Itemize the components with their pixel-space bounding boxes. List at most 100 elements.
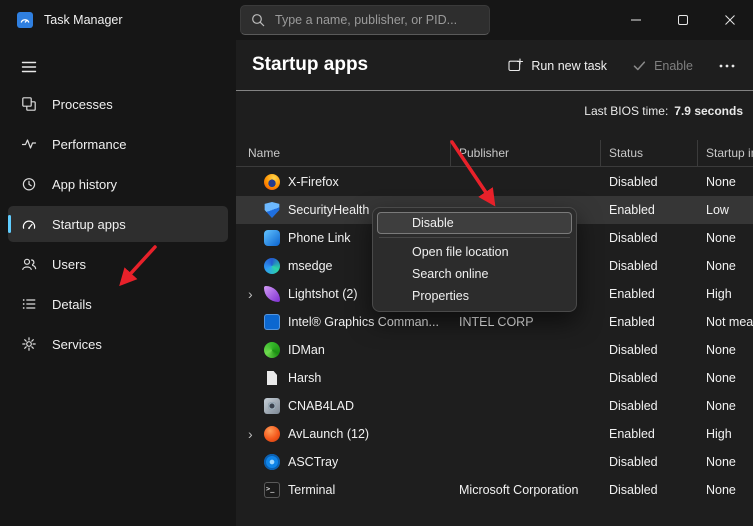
window-title: Task Manager [44, 13, 123, 27]
status-cell: Enabled [601, 203, 698, 217]
sidebar-item-app-history[interactable]: App history [8, 166, 228, 202]
toolbar-divider [236, 90, 753, 91]
sidebar-item-label: Processes [52, 97, 113, 112]
status-cell: Disabled [601, 231, 698, 245]
terminal-icon [264, 482, 280, 498]
search-input[interactable] [273, 12, 479, 28]
table-row[interactable]: Terminal Microsoft Corporation Disabled … [236, 476, 753, 504]
more-options-button[interactable] [709, 58, 745, 74]
sidebar-nav: Processes Performance App history [0, 86, 236, 366]
run-new-task-label: Run new task [531, 59, 607, 73]
menu-item-search-online[interactable]: Search online [377, 263, 572, 285]
avlaunch-icon [264, 426, 280, 442]
table-row[interactable]: Intel® Graphics Comman... INTEL CORP Ena… [236, 308, 753, 336]
task-manager-window: Task Manager [0, 0, 753, 526]
menu-item-disable[interactable]: Disable [377, 212, 572, 234]
sidebar-item-details[interactable]: Details [8, 286, 228, 322]
impact-cell: None [698, 371, 753, 385]
app-name: CNAB4LAD [288, 399, 354, 413]
app-name: ASCTray [288, 455, 338, 469]
sidebar-item-users[interactable]: Users [8, 246, 228, 282]
search-icon [251, 13, 265, 27]
name-cell: CNAB4LAD [236, 398, 451, 414]
name-cell: Harsh [236, 370, 451, 386]
status-cell: Disabled [601, 175, 698, 189]
security-shield-icon [264, 202, 280, 218]
minimize-button[interactable] [612, 0, 659, 40]
status-cell: Enabled [601, 427, 698, 441]
sidebar-item-label: Startup apps [52, 217, 126, 232]
table-row[interactable]: IDMan Disabled None [236, 336, 753, 364]
users-icon [20, 255, 38, 273]
sidebar-item-startup-apps[interactable]: Startup apps [8, 206, 228, 242]
table-row[interactable]: X-Firefox Disabled None [236, 168, 753, 196]
intel-graphics-icon [264, 314, 280, 330]
close-button[interactable] [706, 0, 753, 40]
expand-chevron-icon[interactable] [248, 287, 264, 301]
menu-separator [379, 237, 570, 238]
cnab4lad-icon [264, 398, 280, 414]
window-controls [612, 0, 753, 40]
sidebar-item-label: Details [52, 297, 92, 312]
asctray-icon [264, 454, 280, 470]
app-name: Phone Link [288, 231, 351, 245]
table-header: Name Publisher Status Startup impact [236, 140, 753, 167]
sidebar-item-label: Services [52, 337, 102, 352]
sidebar-item-services[interactable]: Services [8, 326, 228, 362]
name-cell: X-Firefox [236, 174, 451, 190]
app-name: msedge [288, 259, 332, 273]
name-cell: IDMan [236, 342, 451, 358]
run-new-task-button[interactable]: Run new task [498, 52, 617, 79]
last-bios-time: Last BIOS time: 7.9 seconds [584, 104, 743, 118]
enable-button[interactable]: Enable [623, 53, 703, 79]
name-cell: ASCTray [236, 454, 451, 470]
table-row[interactable]: AvLaunch (12) Enabled High [236, 420, 753, 448]
status-cell: Disabled [601, 455, 698, 469]
details-icon [20, 295, 38, 313]
context-menu: Disable Open file location Search online… [372, 207, 577, 312]
impact-cell: None [698, 259, 753, 273]
column-header-status[interactable]: Status [601, 140, 698, 166]
sidebar-item-performance[interactable]: Performance [8, 126, 228, 162]
status-cell: Enabled [601, 287, 698, 301]
impact-cell: None [698, 399, 753, 413]
table-row[interactable]: ASCTray Disabled None [236, 448, 753, 476]
hamburger-menu-icon[interactable] [12, 52, 46, 82]
table-row[interactable]: CNAB4LAD Disabled None [236, 392, 753, 420]
sidebar-item-label: App history [52, 177, 117, 192]
performance-icon [20, 135, 38, 153]
table-row[interactable]: Harsh Disabled None [236, 364, 753, 392]
maximize-button[interactable] [659, 0, 706, 40]
bios-label: Last BIOS time: [584, 104, 668, 118]
menu-item-properties[interactable]: Properties [377, 285, 572, 307]
status-cell: Disabled [601, 371, 698, 385]
status-cell: Disabled [601, 343, 698, 357]
impact-cell: High [698, 427, 753, 441]
impact-cell: None [698, 343, 753, 357]
toolbar: Run new task Enable [498, 52, 745, 79]
expand-chevron-icon[interactable] [248, 427, 264, 441]
app-name: Terminal [288, 483, 335, 497]
app-name: Intel® Graphics Comman... [288, 315, 439, 329]
sidebar-item-processes[interactable]: Processes [8, 86, 228, 122]
impact-cell: None [698, 175, 753, 189]
name-cell: Terminal [236, 482, 451, 498]
bios-value: 7.9 seconds [674, 104, 743, 118]
idman-icon [264, 342, 280, 358]
name-cell: Intel® Graphics Comman... [236, 314, 451, 330]
search-box[interactable] [240, 5, 490, 35]
status-cell: Disabled [601, 399, 698, 413]
impact-cell: None [698, 483, 753, 497]
processes-icon [20, 95, 38, 113]
column-header-publisher[interactable]: Publisher [451, 140, 601, 166]
menu-item-open-file-location[interactable]: Open file location [377, 241, 572, 263]
firefox-icon [264, 174, 280, 190]
titlebar-brand: Task Manager [0, 0, 236, 40]
check-icon [633, 60, 646, 72]
publisher-cell: INTEL CORP [451, 315, 601, 329]
column-header-startup-impact[interactable]: Startup impact [698, 140, 753, 166]
app-name: Lightshot (2) [288, 287, 357, 301]
column-header-name[interactable]: Name [236, 140, 451, 166]
impact-cell: Low [698, 203, 753, 217]
app-name: X-Firefox [288, 175, 339, 189]
